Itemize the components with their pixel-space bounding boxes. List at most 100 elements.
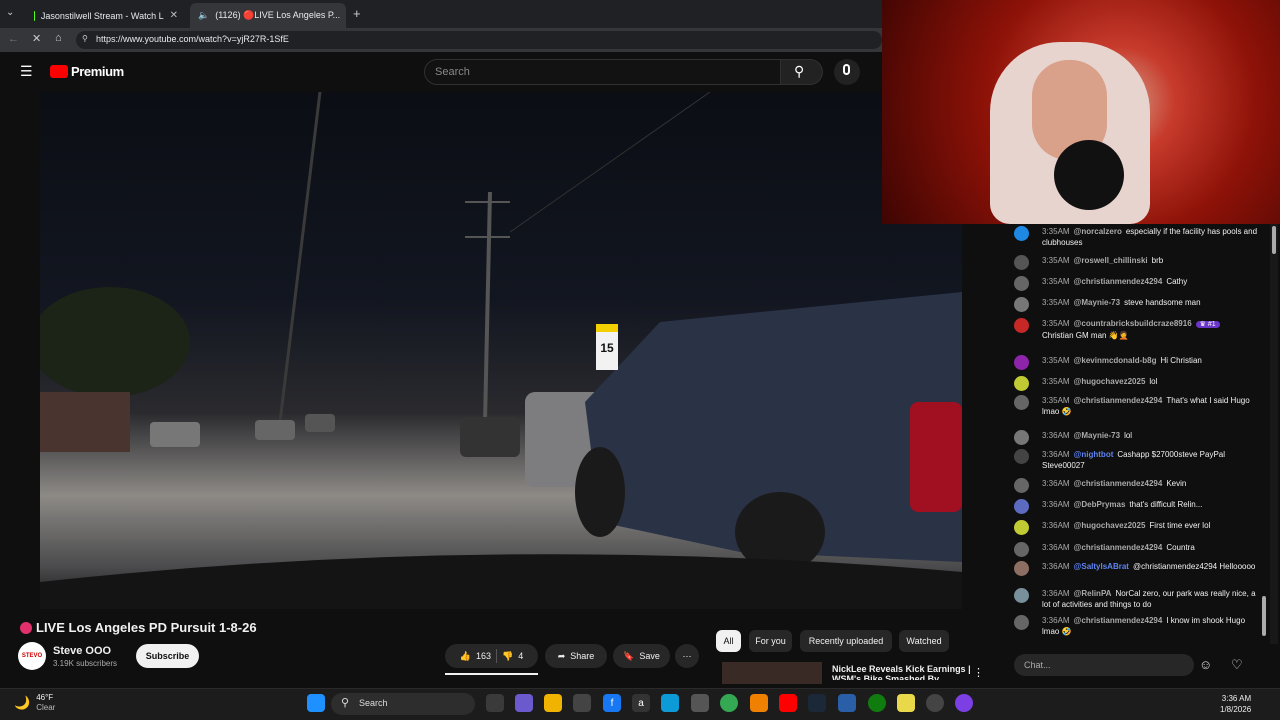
chat-author[interactable]: @christianmendez4294 <box>1074 543 1163 552</box>
browser-tab-youtube[interactable]: 🔈 (1126) 🔴LIVE Los Angeles P... ✕ <box>190 3 346 28</box>
new-tab-icon[interactable]: + <box>353 6 361 21</box>
chat-avatar <box>1014 395 1029 410</box>
clock[interactable]: 3:36 AM 1/8/2026 <box>1220 693 1251 715</box>
chat-time: 3:36AM <box>1042 521 1070 530</box>
recommended-video[interactable]: NickLee Reveals Kick Earnings | WSM's Bi… <box>722 662 971 684</box>
chat-author[interactable]: @Maynie-73 <box>1074 431 1120 440</box>
file-explorer-icon[interactable] <box>544 694 562 712</box>
save-button[interactable]: 🔖 Save <box>613 644 670 668</box>
task-view-icon[interactable] <box>486 694 504 712</box>
chat-author[interactable]: @christianmendez4294 <box>1074 396 1163 405</box>
webcam-overlay <box>882 0 1280 224</box>
tab-list-chevron-icon[interactable]: ⌄ <box>6 7 14 18</box>
chat-avatar <box>1014 255 1029 270</box>
chat-input[interactable]: Chat... <box>1014 654 1194 676</box>
sticky-notes-icon[interactable] <box>897 694 915 712</box>
steam-icon[interactable] <box>808 694 826 712</box>
back-icon[interactable]: ← <box>8 33 19 45</box>
chat-author[interactable]: @christianmendez4294 <box>1074 616 1163 625</box>
tab-label: Jasonstilwell Stream - Watch L <box>40 10 164 21</box>
edge-icon[interactable] <box>661 694 679 712</box>
copilot-icon[interactable] <box>515 694 533 712</box>
chat-author[interactable]: @christianmendez4294 <box>1074 479 1163 488</box>
youtube-logo[interactable]: Premium <box>50 64 124 79</box>
chat-text: brb <box>1151 256 1164 265</box>
vlc-icon[interactable] <box>750 694 768 712</box>
recommended-more-icon[interactable]: ⋮ <box>973 666 984 679</box>
chat-author[interactable]: @SaltyIsABrat <box>1074 562 1129 571</box>
start-icon[interactable] <box>307 694 325 712</box>
chat-author[interactable]: @nightbot <box>1074 450 1114 459</box>
chat-author[interactable]: @hugochavez2025 <box>1074 377 1146 386</box>
chat-message: 3:36AM @RelinPA NorCal zero, our park was … <box>1014 588 1260 610</box>
mic-icon <box>843 64 850 75</box>
divider <box>496 649 497 663</box>
chat-avatar <box>1014 542 1029 557</box>
app-icon[interactable] <box>838 694 856 712</box>
chat-text: Cathy <box>1166 277 1188 286</box>
recommended-thumbnail <box>722 662 822 684</box>
weather-widget[interactable]: 🌙 46°F Clear <box>14 693 55 713</box>
like-progress <box>445 673 538 675</box>
recommended-title-line2: WSM's Bike Smashed By... <box>832 674 947 680</box>
chip-for-you[interactable]: For you <box>749 630 792 652</box>
reload-icon[interactable]: ✕ <box>32 32 41 45</box>
chip-recently-uploaded[interactable]: Recently uploaded <box>800 630 892 652</box>
store-icon[interactable] <box>573 694 591 712</box>
chat-author[interactable]: @DebPrymas <box>1074 500 1126 509</box>
chat-message: 3:36AM @christianmendez4294 I know im shoo… <box>1014 615 1260 637</box>
chat-message: 3:35AM @countrabricksbuildcraze8916 ♛ #1 Ch… <box>1014 318 1260 341</box>
chat-time: 3:35AM <box>1042 256 1070 265</box>
chat-time: 3:36AM <box>1042 450 1070 459</box>
heart-icon[interactable]: ♡ <box>1231 657 1243 673</box>
close-icon[interactable]: ✕ <box>170 10 178 21</box>
voice-search-button[interactable] <box>834 59 860 85</box>
menu-icon[interactable]: ☰ <box>20 63 33 80</box>
chat-author[interactable]: @RelinPA <box>1074 589 1112 598</box>
home-icon[interactable]: ⌂ <box>55 32 62 44</box>
app-purple-icon[interactable] <box>955 694 973 712</box>
thumbs-up-icon: 👍 <box>459 650 471 661</box>
browser-tab-jasonstilwell[interactable]: Jasonstilwell Stream - Watch L ✕ <box>26 3 186 28</box>
weather-desc: Clear <box>36 703 56 712</box>
chip-all[interactable]: All <box>716 630 741 652</box>
chat-author[interactable]: @hugochavez2025 <box>1074 521 1146 530</box>
taskbar-search[interactable]: Search <box>331 693 475 715</box>
chat-avatar <box>1014 430 1029 445</box>
chat-author[interactable]: @roswell_chillinski <box>1074 256 1148 265</box>
youtube-icon[interactable] <box>779 694 797 712</box>
chat-avatar <box>1014 297 1029 312</box>
chat-message: 3:35AM @kevinmcdonald-b8g Hi Christian <box>1014 355 1260 370</box>
amazon-icon[interactable]: a <box>632 694 650 712</box>
chat-author[interactable]: @christianmendez4294 <box>1074 277 1163 286</box>
search-input[interactable]: Search <box>424 59 781 85</box>
xbox-icon[interactable] <box>868 694 886 712</box>
dislike-button[interactable]: 👎 4 <box>502 651 523 662</box>
calculator-icon[interactable] <box>691 694 709 712</box>
chat-author[interactable]: @Maynie-73 <box>1074 298 1120 307</box>
chat-author[interactable]: @norcalzero <box>1074 227 1122 236</box>
emoji-icon[interactable]: ☺ <box>1199 657 1212 672</box>
chat-text: that's difficult Relin... <box>1129 500 1203 509</box>
url-field[interactable]: https://www.youtube.com/watch?v=yjR27R-1… <box>76 31 882 49</box>
channel-name[interactable]: Steve OOO <box>53 645 111 657</box>
obs-icon[interactable] <box>926 694 944 712</box>
chip-watched[interactable]: Watched <box>899 630 949 652</box>
chrome-icon[interactable] <box>720 694 738 712</box>
like-dislike-group: 👍 163 👎 4 <box>445 644 538 668</box>
chat-scroll-thumb[interactable] <box>1272 226 1276 254</box>
subscribe-button[interactable]: Subscribe <box>136 644 199 668</box>
search-button[interactable]: ⚲ <box>781 59 823 85</box>
chat-scrollbar[interactable] <box>1270 224 1278 644</box>
facebook-icon[interactable]: f <box>603 694 621 712</box>
channel-avatar[interactable]: STEVO <box>18 642 46 670</box>
video-player[interactable]: 15 <box>40 92 962 609</box>
share-button[interactable]: ➦ Share <box>545 644 607 668</box>
chat-text: lol <box>1124 431 1133 440</box>
more-actions-button[interactable]: ⋯ <box>675 644 699 668</box>
site-info-icon[interactable]: ⚲ <box>82 34 88 43</box>
like-button[interactable]: 👍 163 <box>460 651 491 662</box>
chat-avatar <box>1014 355 1029 370</box>
chat-author[interactable]: @countrabricksbuildcraze8916 <box>1074 319 1192 328</box>
chat-author[interactable]: @kevinmcdonald-b8g <box>1074 356 1157 365</box>
